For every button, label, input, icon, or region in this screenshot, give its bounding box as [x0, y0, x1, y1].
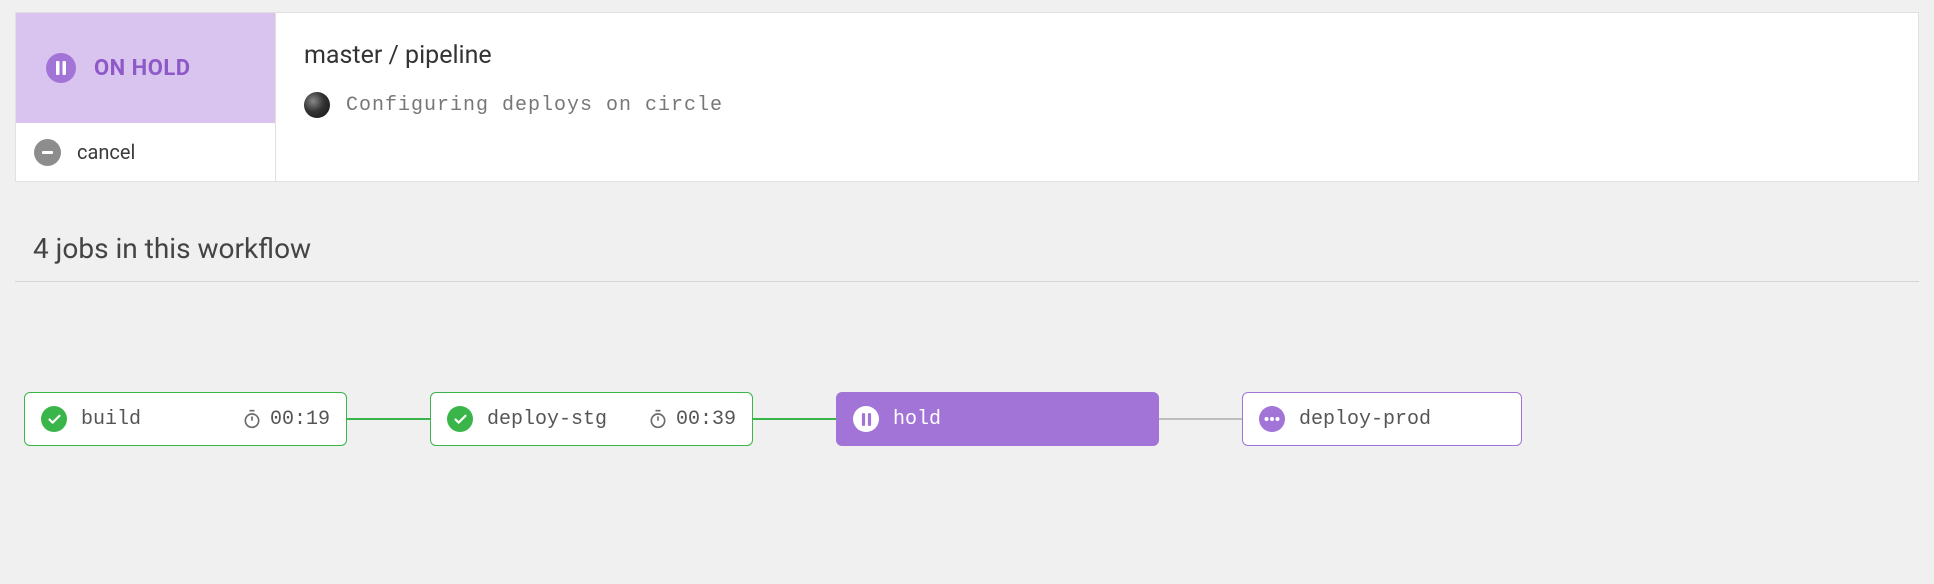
- commit-message: Configuring deploys on circle: [346, 94, 723, 117]
- pipeline-header-card: ON HOLD cancel master / pipeline Configu…: [15, 12, 1919, 182]
- edge-deploystg-to-hold: [753, 418, 836, 420]
- stopwatch-icon: [648, 409, 668, 429]
- check-icon: [41, 406, 67, 432]
- jobs-title: 4 jobs in this workflow: [33, 232, 1901, 265]
- pipeline-title: master / pipeline: [304, 41, 1890, 70]
- job-label: deploy-stg: [487, 408, 607, 431]
- job-duration-value: 00:39: [676, 408, 736, 431]
- job-node-build[interactable]: build 00:19: [24, 392, 347, 446]
- commit-row: Configuring deploys on circle: [304, 92, 1890, 118]
- status-panel: ON HOLD cancel: [16, 13, 276, 181]
- pause-icon: [853, 406, 879, 432]
- job-node-deploy-stg[interactable]: deploy-stg 00:39: [430, 392, 753, 446]
- job-node-deploy-prod[interactable]: deploy-prod: [1242, 392, 1522, 446]
- cancel-label: cancel: [77, 140, 135, 164]
- pause-icon: [46, 53, 76, 83]
- cancel-button[interactable]: cancel: [16, 123, 275, 181]
- job-label: build: [81, 408, 141, 431]
- job-label: hold: [893, 408, 941, 431]
- status-badge: ON HOLD: [16, 13, 275, 123]
- more-icon: [1259, 406, 1285, 432]
- job-duration: 00:39: [648, 408, 736, 431]
- avatar: [304, 92, 330, 118]
- stopwatch-icon: [242, 409, 262, 429]
- edge-build-to-deploystg: [347, 418, 430, 420]
- job-duration-value: 00:19: [270, 408, 330, 431]
- job-label: deploy-prod: [1299, 408, 1431, 431]
- status-text: ON HOLD: [94, 56, 191, 81]
- minus-icon: [34, 139, 61, 166]
- job-node-hold[interactable]: hold: [836, 392, 1159, 446]
- job-duration: 00:19: [242, 408, 330, 431]
- jobs-section-header: 4 jobs in this workflow: [15, 232, 1919, 282]
- edge-hold-to-deployprod: [1159, 418, 1242, 420]
- pipeline-info: master / pipeline Configuring deploys on…: [276, 13, 1918, 181]
- workflow-graph: build 00:19 deploy-stg 00:39 hold: [15, 392, 1919, 452]
- check-icon: [447, 406, 473, 432]
